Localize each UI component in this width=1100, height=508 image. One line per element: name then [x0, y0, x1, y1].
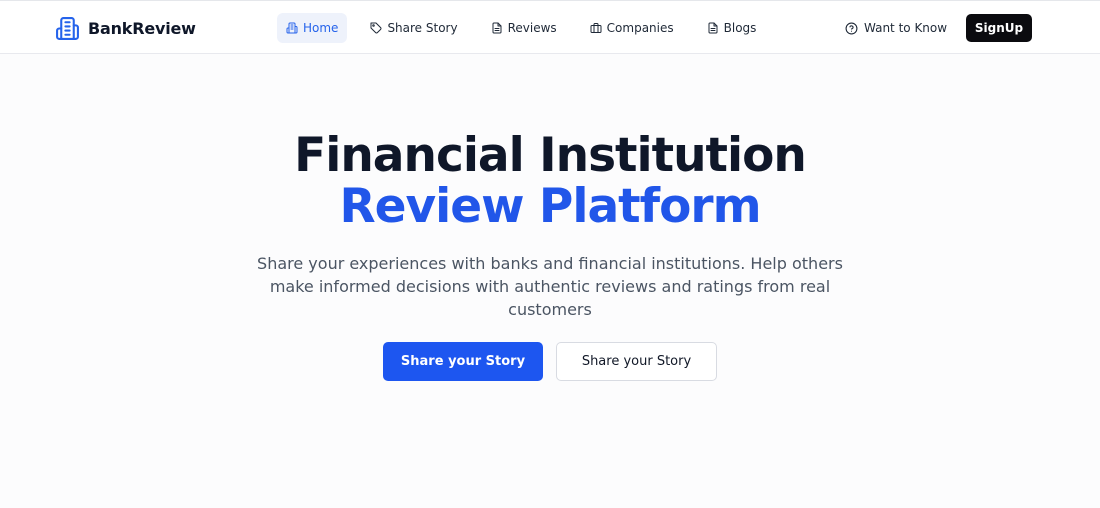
hero-title-line2: Review Platform — [339, 179, 761, 234]
hero-section: Financial Institution Review Platform Sh… — [0, 130, 1100, 321]
share-story-primary-button[interactable]: Share your Story — [383, 342, 543, 381]
nav-item-blogs[interactable]: Blogs — [698, 13, 766, 43]
want-to-know-link[interactable]: Want to Know — [838, 13, 954, 43]
main-nav: Home Share Story Reviews Companies Blogs — [277, 13, 765, 43]
hero-subtitle: Share your experiences with banks and fi… — [257, 254, 843, 319]
want-to-know-label: Want to Know — [864, 21, 948, 35]
nav-item-label: Blogs — [723, 21, 757, 35]
nav-item-companies[interactable]: Companies — [581, 13, 683, 43]
top-navbar: BankReview Home Share Story Reviews Comp… — [0, 1, 1100, 54]
building-icon — [286, 22, 298, 34]
brand-name: BankReview — [88, 18, 196, 38]
briefcase-icon — [590, 22, 602, 34]
nav-item-home[interactable]: Home — [277, 13, 348, 43]
document-icon — [491, 22, 503, 34]
nav-item-label: Home — [303, 21, 339, 35]
brand-logo[interactable]: BankReview — [55, 15, 196, 41]
hero-actions: Share your Story Share your Story — [0, 342, 1100, 381]
building-icon — [55, 16, 80, 41]
nav-item-label: Reviews — [507, 21, 557, 35]
hero-title-line1: Financial Institution — [294, 128, 807, 183]
tag-icon — [370, 22, 382, 34]
nav-item-label: Companies — [606, 21, 674, 35]
document-icon — [707, 22, 719, 34]
help-circle-icon — [845, 22, 858, 35]
signup-button[interactable]: SignUp — [966, 14, 1032, 42]
nav-item-label: Share Story — [387, 21, 458, 35]
nav-item-reviews[interactable]: Reviews — [482, 13, 566, 43]
nav-item-share-story[interactable]: Share Story — [361, 13, 466, 43]
share-story-secondary-button[interactable]: Share your Story — [556, 342, 717, 381]
